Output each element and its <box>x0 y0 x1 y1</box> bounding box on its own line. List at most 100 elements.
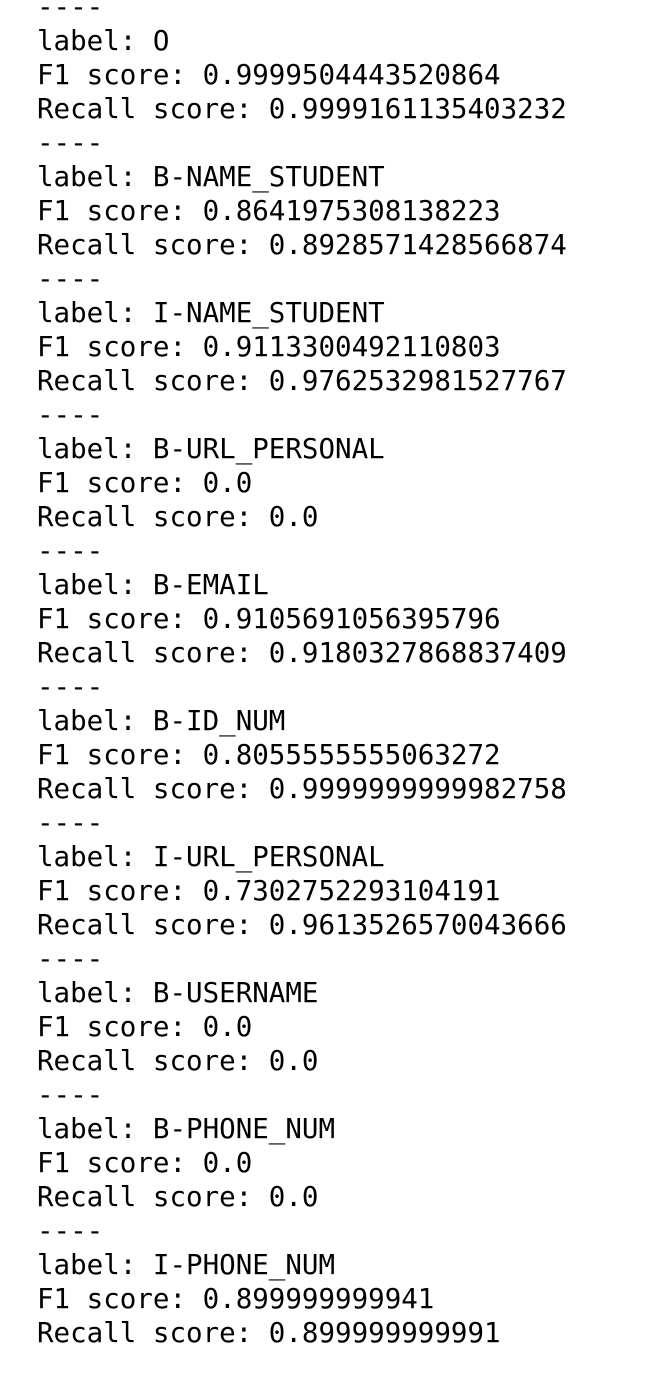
f1-line: F1 score: 0.9999504443520864 <box>37 58 567 92</box>
recall-prefix: Recall score: <box>37 909 269 941</box>
recall-prefix: Recall score: <box>37 1045 269 1077</box>
recall-prefix: Recall score: <box>37 1317 269 1349</box>
label-line: label: B-ID_NUM <box>37 704 567 738</box>
recall-value: 0.8928571428566874 <box>268 229 567 261</box>
f1-prefix: F1 score: <box>37 467 203 499</box>
f1-line: F1 score: 0.8641975308138223 <box>37 194 567 228</box>
recall-value: 0.9999999999982758 <box>268 773 567 805</box>
recall-prefix: Recall score: <box>37 501 269 533</box>
f1-line: F1 score: 0.9113300492110803 <box>37 330 567 364</box>
label-prefix: label: <box>37 161 153 193</box>
recall-line: Recall score: 0.0 <box>37 500 567 534</box>
f1-prefix: F1 score: <box>37 331 203 363</box>
f1-line: F1 score: 0.0 <box>37 1146 567 1180</box>
label-value: I-URL_PERSONAL <box>152 841 385 873</box>
label-value: O <box>152 25 170 57</box>
label-value: I-NAME_STUDENT <box>152 297 385 329</box>
separator-line: ---- <box>37 263 104 295</box>
label-prefix: label: <box>37 297 153 329</box>
f1-line: F1 score: 0.7302752293104191 <box>37 874 567 908</box>
f1-value: 0.7302752293104191 <box>202 875 501 907</box>
separator-line: ---- <box>37 943 104 975</box>
f1-value: 0.9113300492110803 <box>202 331 501 363</box>
recall-value: 0.899999999991 <box>268 1317 501 1349</box>
f1-value: 0.0 <box>202 467 253 499</box>
recall-line: Recall score: 0.899999999991 <box>37 1316 567 1350</box>
f1-value: 0.8055555555063272 <box>202 739 501 771</box>
label-value: B-USERNAME <box>152 977 319 1009</box>
f1-prefix: F1 score: <box>37 1147 203 1179</box>
label-prefix: label: <box>37 569 153 601</box>
recall-value: 0.9999161135403232 <box>268 93 567 125</box>
label-line: label: B-NAME_STUDENT <box>37 160 567 194</box>
recall-line: Recall score: 0.0 <box>37 1180 567 1214</box>
label-prefix: label: <box>37 977 153 1009</box>
f1-prefix: F1 score: <box>37 1283 203 1315</box>
recall-value: 0.0 <box>268 1045 319 1077</box>
recall-prefix: Recall score: <box>37 1181 269 1213</box>
label-value: B-NAME_STUDENT <box>152 161 385 193</box>
recall-prefix: Recall score: <box>37 93 269 125</box>
f1-prefix: F1 score: <box>37 59 203 91</box>
label-line: label: B-EMAIL <box>37 568 567 602</box>
recall-value: 0.9613526570043666 <box>268 909 567 941</box>
f1-value: 0.0 <box>202 1011 253 1043</box>
label-prefix: label: <box>37 1249 153 1281</box>
recall-line: Recall score: 0.9613526570043666 <box>37 908 567 942</box>
recall-prefix: Recall score: <box>37 229 269 261</box>
label-line: label: O <box>37 24 567 58</box>
recall-line: Recall score: 0.9180327868837409 <box>37 636 567 670</box>
recall-line: Recall score: 0.9999999999982758 <box>37 772 567 806</box>
console-output: ---- label: O F1 score: 0.9999504443520864… <box>37 0 567 1350</box>
f1-line: F1 score: 0.9105691056395796 <box>37 602 567 636</box>
recall-prefix: Recall score: <box>37 365 269 397</box>
f1-prefix: F1 score: <box>37 875 203 907</box>
label-value: B-ID_NUM <box>152 705 286 737</box>
label-value: B-EMAIL <box>152 569 269 601</box>
label-prefix: label: <box>37 25 153 57</box>
label-value: B-PHONE_NUM <box>152 1113 336 1145</box>
separator-line: ---- <box>37 0 104 23</box>
label-line: label: B-PHONE_NUM <box>37 1112 567 1146</box>
f1-value: 0.9999504443520864 <box>202 59 501 91</box>
f1-line: F1 score: 0.0 <box>37 466 567 500</box>
recall-line: Recall score: 0.0 <box>37 1044 567 1078</box>
f1-line: F1 score: 0.899999999941 <box>37 1282 567 1316</box>
label-value: B-URL_PERSONAL <box>152 433 385 465</box>
f1-prefix: F1 score: <box>37 739 203 771</box>
recall-line: Recall score: 0.8928571428566874 <box>37 228 567 262</box>
f1-line: F1 score: 0.0 <box>37 1010 567 1044</box>
f1-value: 0.899999999941 <box>202 1283 435 1315</box>
label-line: label: I-NAME_STUDENT <box>37 296 567 330</box>
recall-prefix: Recall score: <box>37 637 269 669</box>
f1-line: F1 score: 0.8055555555063272 <box>37 738 567 772</box>
f1-prefix: F1 score: <box>37 195 203 227</box>
separator-line: ---- <box>37 535 104 567</box>
separator-line: ---- <box>37 1215 104 1247</box>
recall-line: Recall score: 0.9999161135403232 <box>37 92 567 126</box>
recall-value: 0.9180327868837409 <box>268 637 567 669</box>
separator-line: ---- <box>37 807 104 839</box>
label-prefix: label: <box>37 433 153 465</box>
separator-line: ---- <box>37 399 104 431</box>
separator-line: ---- <box>37 671 104 703</box>
separator-line: ---- <box>37 1079 104 1111</box>
f1-value: 0.8641975308138223 <box>202 195 501 227</box>
recall-value: 0.0 <box>268 1181 319 1213</box>
recall-value: 0.0 <box>268 501 319 533</box>
label-prefix: label: <box>37 1113 153 1145</box>
label-prefix: label: <box>37 841 153 873</box>
label-line: label: B-USERNAME <box>37 976 567 1010</box>
recall-prefix: Recall score: <box>37 773 269 805</box>
label-line: label: I-PHONE_NUM <box>37 1248 567 1282</box>
label-line: label: I-URL_PERSONAL <box>37 840 567 874</box>
label-line: label: B-URL_PERSONAL <box>37 432 567 466</box>
label-prefix: label: <box>37 705 153 737</box>
label-value: I-PHONE_NUM <box>152 1249 336 1281</box>
recall-value: 0.9762532981527767 <box>268 365 567 397</box>
f1-prefix: F1 score: <box>37 603 203 635</box>
f1-value: 0.9105691056395796 <box>202 603 501 635</box>
separator-line: ---- <box>37 127 104 159</box>
f1-prefix: F1 score: <box>37 1011 203 1043</box>
recall-line: Recall score: 0.9762532981527767 <box>37 364 567 398</box>
